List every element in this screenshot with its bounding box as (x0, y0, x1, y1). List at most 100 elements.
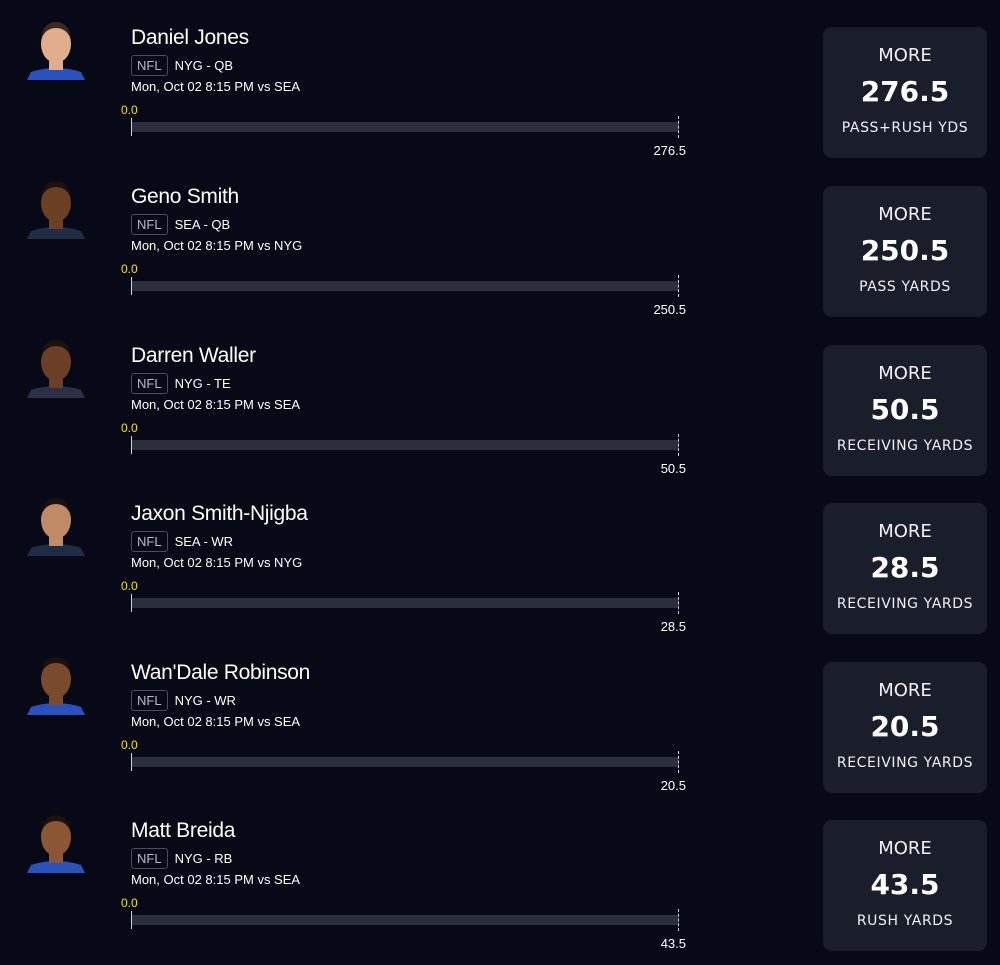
pick-line: 276.5 (860, 75, 950, 108)
game-info: Mon, Oct 02 8:15 PM vs SEA (131, 872, 301, 887)
pick-direction: MORE (878, 204, 932, 225)
player-headshot (23, 173, 89, 239)
pick-direction: MORE (878, 45, 932, 66)
player-row[interactable]: Wan'Dale Robinson NFL NYG - WR Mon, Oct … (0, 649, 1000, 807)
player-name: Jaxon Smith-Njigba (131, 502, 308, 525)
player-name: Geno Smith (131, 185, 239, 208)
stat-type: RUSH YARDS (856, 913, 954, 929)
team-position: NYG - TE (174, 375, 231, 391)
pick-more-button[interactable]: MORE 43.5 RUSH YARDS (823, 820, 987, 951)
stat-type: PASS YARDS (859, 279, 951, 295)
league-badge: NFL (131, 213, 168, 235)
progress-track (131, 598, 679, 608)
progress-bar (131, 909, 679, 931)
pick-line: 20.5 (870, 710, 940, 743)
progress-track (131, 281, 679, 291)
progress-bar (131, 434, 679, 456)
pick-direction: MORE (878, 838, 932, 859)
league-badge: NFL (131, 372, 168, 394)
current-value: 0.0 (121, 738, 138, 752)
team-position: NYG - QB (174, 57, 234, 73)
pick-direction: MORE (878, 363, 932, 384)
line-value: 50.5 (660, 461, 686, 476)
current-value: 0.0 (121, 421, 138, 435)
line-marker (678, 434, 679, 456)
player-headshot (23, 807, 89, 873)
line-value: 20.5 (660, 778, 686, 793)
line-marker (678, 116, 679, 138)
team-position: SEA - WR (174, 533, 234, 549)
progress-track (131, 915, 679, 925)
line-marker (678, 275, 679, 297)
game-info: Mon, Oct 02 8:15 PM vs SEA (131, 714, 301, 729)
player-row[interactable]: Darren Waller NFL NYG - TE Mon, Oct 02 8… (0, 332, 1000, 490)
team-position: SEA - QB (174, 216, 231, 232)
pick-direction: MORE (878, 680, 932, 701)
progress-bar (131, 116, 679, 138)
player-row[interactable]: Matt Breida NFL NYG - RB Mon, Oct 02 8:1… (0, 807, 1000, 965)
progress-start-marker (131, 753, 132, 771)
pick-more-button[interactable]: MORE 28.5 RECEIVING YARDS (823, 503, 987, 634)
line-value: 43.5 (660, 936, 686, 951)
progress-track (131, 122, 679, 132)
stat-type: RECEIVING YARDS (836, 596, 974, 612)
league-badge: NFL (131, 54, 168, 76)
player-row[interactable]: Jaxon Smith-Njigba NFL SEA - WR Mon, Oct… (0, 490, 1000, 648)
player-row[interactable]: Daniel Jones NFL NYG - QB Mon, Oct 02 8:… (0, 14, 1000, 172)
progress-start-marker (131, 118, 132, 136)
pick-more-button[interactable]: MORE 20.5 RECEIVING YARDS (823, 662, 987, 793)
player-meta: NFL NYG - WR (131, 689, 236, 711)
line-marker (678, 592, 679, 614)
pick-line: 50.5 (870, 393, 940, 426)
game-info: Mon, Oct 02 8:15 PM vs SEA (131, 397, 301, 412)
player-meta: NFL NYG - TE (131, 372, 231, 394)
team-position: NYG - RB (174, 850, 233, 866)
game-info: Mon, Oct 02 8:15 PM vs NYG (131, 238, 303, 253)
game-info: Mon, Oct 02 8:15 PM vs SEA (131, 79, 301, 94)
game-info: Mon, Oct 02 8:15 PM vs NYG (131, 555, 303, 570)
stat-type: RECEIVING YARDS (836, 438, 974, 454)
pick-line: 28.5 (870, 551, 940, 584)
player-name: Wan'Dale Robinson (131, 661, 311, 684)
player-headshot (23, 490, 89, 556)
pick-line: 43.5 (870, 868, 940, 901)
line-value: 250.5 (653, 302, 686, 317)
player-meta: NFL SEA - QB (131, 213, 230, 235)
player-meta: NFL NYG - RB (131, 847, 232, 869)
line-marker (678, 909, 679, 931)
pick-more-button[interactable]: MORE 250.5 PASS YARDS (823, 186, 987, 317)
line-marker (678, 751, 679, 773)
progress-start-marker (131, 594, 132, 612)
pick-line: 250.5 (860, 234, 950, 267)
progress-start-marker (131, 436, 132, 454)
player-headshot (23, 14, 89, 80)
league-badge: NFL (131, 689, 168, 711)
current-value: 0.0 (121, 262, 138, 276)
player-row[interactable]: Geno Smith NFL SEA - QB Mon, Oct 02 8:15… (0, 173, 1000, 331)
pick-more-button[interactable]: MORE 276.5 PASS+RUSH YDS (823, 27, 987, 158)
progress-track (131, 440, 679, 450)
line-value: 276.5 (653, 143, 686, 158)
pick-more-button[interactable]: MORE 50.5 RECEIVING YARDS (823, 345, 987, 476)
pick-direction: MORE (878, 521, 932, 542)
progress-track (131, 757, 679, 767)
league-badge: NFL (131, 847, 168, 869)
progress-bar (131, 592, 679, 614)
progress-bar (131, 275, 679, 297)
team-position: NYG - WR (174, 692, 236, 708)
current-value: 0.0 (121, 579, 138, 593)
player-name: Darren Waller (131, 344, 256, 367)
player-name: Daniel Jones (131, 26, 249, 49)
player-name: Matt Breida (131, 819, 236, 842)
league-badge: NFL (131, 530, 168, 552)
progress-start-marker (131, 277, 132, 295)
progress-bar (131, 751, 679, 773)
player-headshot (23, 649, 89, 715)
line-value: 28.5 (660, 619, 686, 634)
stat-type: PASS+RUSH YDS (841, 120, 969, 136)
player-headshot (23, 332, 89, 398)
progress-start-marker (131, 911, 132, 929)
current-value: 0.0 (121, 103, 138, 117)
player-meta: NFL NYG - QB (131, 54, 233, 76)
stat-type: RECEIVING YARDS (836, 755, 974, 771)
